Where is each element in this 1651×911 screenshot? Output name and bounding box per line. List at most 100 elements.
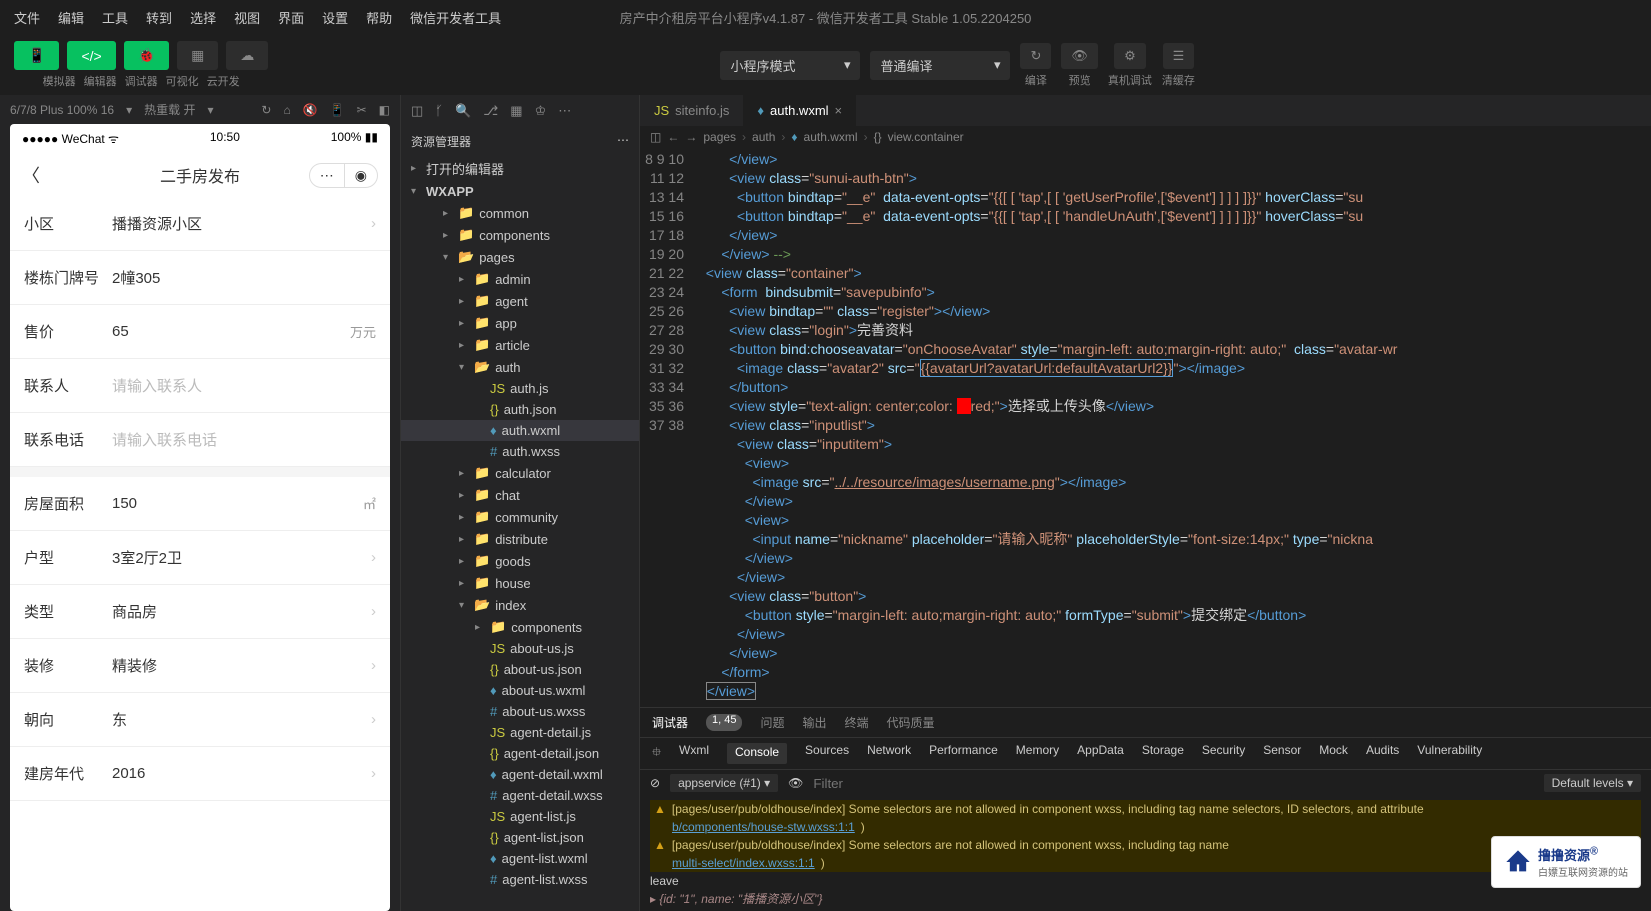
devtools-tab-security[interactable]: Security (1202, 743, 1245, 764)
mode-select[interactable]: 小程序模式▾ (720, 51, 860, 80)
tree-common[interactable]: ▸📁common (401, 202, 639, 224)
quality-tab[interactable]: 代码质量 (887, 714, 935, 731)
nav-back-icon[interactable]: ← (667, 130, 679, 144)
tree-chat[interactable]: ▸📁chat (401, 484, 639, 506)
devtools-tab-wxml[interactable]: Wxml (679, 743, 709, 764)
tab-auth-wxml[interactable]: ♦auth.wxml× (743, 95, 856, 126)
tree-agent-list.wxss[interactable]: #agent-list.wxss (401, 869, 639, 890)
cloud-dev-button[interactable]: ☁ (226, 41, 268, 70)
devtools-tab-performance[interactable]: Performance (929, 743, 998, 764)
nav-fwd-icon[interactable]: → (685, 130, 697, 144)
form-item-装修[interactable]: 装修精装修› (10, 639, 390, 693)
form-item-建房年代[interactable]: 建房年代2016› (10, 747, 390, 801)
form-item-楼栋门牌号[interactable]: 楼栋门牌号2幢305 (10, 251, 390, 305)
split-icon[interactable]: ◫ (411, 103, 423, 119)
warn-link-1[interactable]: b/components/house-stw.wxss:1:1 (672, 820, 855, 834)
tree-about-us.json[interactable]: {}about-us.json (401, 659, 639, 680)
git-icon[interactable]: ⎇ (483, 103, 498, 119)
devtools-tab-storage[interactable]: Storage (1142, 743, 1184, 764)
menu-select[interactable]: 选择 (190, 8, 216, 27)
devtools-tab-appdata[interactable]: AppData (1077, 743, 1124, 764)
open-editors-section[interactable]: ▸打开的编辑器 (401, 156, 639, 181)
menu-file[interactable]: 文件 (14, 8, 40, 27)
compile-select[interactable]: 普通编译▾ (870, 51, 1010, 80)
levels-select[interactable]: Default levels ▾ (1544, 774, 1641, 792)
eye-icon[interactable]: 👁 (788, 776, 803, 790)
debugger-tab[interactable]: 调试器 (652, 714, 688, 731)
devtools-tab-console[interactable]: Console (727, 743, 787, 764)
tree-auth.js[interactable]: JSauth.js (401, 378, 639, 399)
cut-icon[interactable]: ✂ (357, 103, 367, 117)
tree-auth.wxml[interactable]: ♦auth.wxml (401, 420, 639, 441)
device-icon[interactable]: 📱 (330, 103, 345, 117)
devtools-tab-network[interactable]: Network (867, 743, 911, 764)
clear-cache-button[interactable]: ☰ (1163, 43, 1195, 69)
tree-pages[interactable]: ▾📂pages (401, 246, 639, 268)
tree-agent-detail.wxss[interactable]: #agent-detail.wxss (401, 785, 639, 806)
warn-link-2[interactable]: multi-select/index.wxss:1:1 (672, 856, 815, 870)
problems-tab[interactable]: 问题 (760, 714, 784, 731)
devtools-tab-audits[interactable]: Audits (1366, 743, 1399, 764)
close-icon[interactable]: × (835, 103, 843, 118)
home-icon[interactable]: ⌂ (283, 103, 290, 117)
tree-auth.wxss[interactable]: #auth.wxss (401, 441, 639, 462)
tree-agent-list.js[interactable]: JSagent-list.js (401, 806, 639, 827)
form-item-朝向[interactable]: 朝向东› (10, 693, 390, 747)
toggle-icon[interactable]: ◫ (650, 130, 661, 144)
capsule[interactable]: ⋯◉ (309, 163, 378, 188)
tree-distribute[interactable]: ▸📁distribute (401, 528, 639, 550)
form-item-小区[interactable]: 小区播播资源小区› (10, 197, 390, 251)
tree-agent-detail.js[interactable]: JSagent-detail.js (401, 722, 639, 743)
tree-components[interactable]: ▸📁components (401, 616, 639, 638)
menu-view[interactable]: 视图 (234, 8, 260, 27)
debugger-button[interactable]: 🐞 (124, 41, 169, 70)
target-icon[interactable]: ◉ (345, 164, 377, 187)
visual-button[interactable]: ▦ (177, 41, 218, 70)
tree-calculator[interactable]: ▸📁calculator (401, 462, 639, 484)
devtools-tab-memory[interactable]: Memory (1016, 743, 1059, 764)
clear-console-icon[interactable]: ⊘ (650, 776, 660, 790)
menu-wechat-devtools[interactable]: 微信开发者工具 (410, 8, 501, 27)
tree-community[interactable]: ▸📁community (401, 506, 639, 528)
menu-edit[interactable]: 编辑 (58, 8, 84, 27)
simulator-button[interactable]: 📱 (14, 41, 59, 70)
tree-components[interactable]: ▸📁components (401, 224, 639, 246)
form-item-联系电话[interactable]: 联系电话请输入联系电话 (10, 413, 390, 467)
hot-reload-toggle[interactable]: 热重载 开 (144, 101, 195, 118)
compile-button[interactable]: ↻ (1020, 43, 1051, 69)
preview-button[interactable]: 👁 (1061, 43, 1098, 69)
tree-goods[interactable]: ▸📁goods (401, 550, 639, 572)
tree-house[interactable]: ▸📁house (401, 572, 639, 594)
remote-debug-button[interactable]: ⚙ (1114, 43, 1146, 69)
tree-agent-list.json[interactable]: {}agent-list.json (401, 827, 639, 848)
menu-help[interactable]: 帮助 (366, 8, 392, 27)
tab-siteinfo[interactable]: JSsiteinfo.js (640, 95, 743, 126)
tree-about-us.js[interactable]: JSabout-us.js (401, 638, 639, 659)
devtools-tab-sources[interactable]: Sources (805, 743, 849, 764)
menu-tool[interactable]: 工具 (102, 8, 128, 27)
tree-auth[interactable]: ▾📂auth (401, 356, 639, 378)
tree-agent-detail.json[interactable]: {}agent-detail.json (401, 743, 639, 764)
menu-goto[interactable]: 转到 (146, 8, 172, 27)
device-select[interactable]: 6/7/8 Plus 100% 16 (10, 103, 114, 117)
root-section[interactable]: ▾WXAPP (401, 181, 639, 202)
tree-agent[interactable]: ▸📁agent (401, 290, 639, 312)
panel-menu-icon[interactable]: ⋯ (617, 133, 629, 150)
code-editor[interactable]: 8 9 10 11 12 13 14 15 16 17 18 19 20 21 … (640, 148, 1651, 707)
devtools-tab-sensor[interactable]: Sensor (1263, 743, 1301, 764)
tree-app[interactable]: ▸📁app (401, 312, 639, 334)
tree-index[interactable]: ▾📂index (401, 594, 639, 616)
more-icon[interactable]: ⋯ (558, 103, 571, 119)
form-item-房屋面积[interactable]: 房屋面积150㎡ (10, 477, 390, 531)
more-icon[interactable]: ⋯ (310, 164, 345, 187)
menu-ui[interactable]: 界面 (278, 8, 304, 27)
tree-article[interactable]: ▸📁article (401, 334, 639, 356)
crown-icon[interactable]: ♔ (535, 103, 547, 119)
branch-icon[interactable]: ᚶ (435, 103, 443, 119)
ext-icon[interactable]: ▦ (510, 103, 522, 119)
inspect-icon[interactable]: ⯐ (652, 743, 661, 764)
mute-icon[interactable]: 🔇 (303, 103, 318, 117)
form-item-类型[interactable]: 类型商品房› (10, 585, 390, 639)
tree-admin[interactable]: ▸📁admin (401, 268, 639, 290)
devtools-tab-mock[interactable]: Mock (1319, 743, 1348, 764)
